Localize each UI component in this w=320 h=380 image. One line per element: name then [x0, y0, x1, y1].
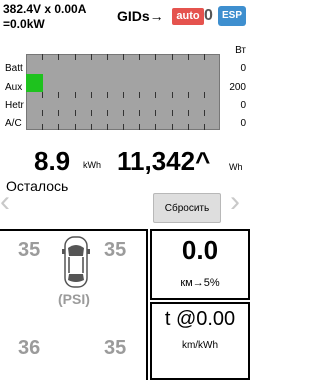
- grid-tick: [204, 92, 205, 98]
- tire-rear-left: 36: [18, 337, 41, 359]
- grid-tick: [91, 92, 92, 98]
- gids-label: GIDs→: [117, 8, 164, 24]
- grid-tick: [139, 110, 140, 116]
- distance-box[interactable]: 0.0 км→5%: [150, 229, 250, 300]
- grid-tick: [42, 124, 43, 130]
- wh-unit: Wh: [229, 162, 243, 172]
- grid-tick: [172, 92, 173, 98]
- chevron-left-icon[interactable]: ‹: [0, 187, 14, 217]
- grid-tick: [91, 124, 92, 130]
- aux-label: Aux: [5, 82, 23, 93]
- grid-tick: [58, 54, 59, 60]
- voltage-current-text: 382.4V x 0.00A: [3, 2, 87, 16]
- grid-tick: [172, 124, 173, 130]
- grid-tick: [188, 92, 189, 98]
- car-top-view-icon: [62, 236, 90, 288]
- efficiency-unit: km/kWh: [181, 340, 219, 351]
- grid-tick: [58, 92, 59, 98]
- batt-value: 0: [240, 63, 246, 74]
- distance-unit: км→5%: [180, 277, 220, 289]
- tire-front-left: 35: [18, 239, 41, 261]
- grid-tick: [42, 92, 43, 98]
- grid-tick: [75, 92, 76, 98]
- psi-unit: (PSI): [58, 291, 90, 307]
- tire-pressure-panel: 35 35 36 35 (PSI): [0, 229, 148, 380]
- grid-tick: [123, 92, 124, 98]
- grid-tick: [58, 124, 59, 130]
- grid-tick: [123, 54, 124, 60]
- grid-tick: [123, 110, 124, 116]
- grid-tick: [188, 110, 189, 116]
- grid-tick: [107, 124, 108, 130]
- tire-rear-right: 35: [104, 337, 127, 359]
- grid-tick: [75, 124, 76, 130]
- tire-front-right: 35: [104, 239, 127, 261]
- power-kw-text: =0.0kW: [3, 17, 45, 31]
- grid-tick: [75, 110, 76, 116]
- grid-tick: [155, 92, 156, 98]
- hetr-label: Hetr: [5, 100, 24, 111]
- grid-tick: [155, 54, 156, 60]
- grid-tick: [42, 54, 43, 60]
- grid-tick: [75, 54, 76, 60]
- grid-tick: [204, 54, 205, 60]
- grid-tick: [188, 124, 189, 130]
- grid-tick: [58, 110, 59, 116]
- batt-label: Batt: [5, 63, 23, 74]
- chevron-right-icon[interactable]: ›: [230, 187, 250, 217]
- kwh-value: 8.9: [34, 146, 71, 176]
- gids-badge: auto: [172, 8, 204, 25]
- kwh-unit: kWh: [83, 160, 101, 170]
- ac-label: A/C: [5, 118, 22, 129]
- grid-tick: [107, 54, 108, 60]
- gids-logo[interactable]: auto 0 ESP: [172, 4, 248, 28]
- remaining-label: Осталось: [6, 178, 69, 194]
- grid-tick: [139, 54, 140, 60]
- power-unit-label: Вт: [235, 45, 246, 56]
- grid-tick: [188, 54, 189, 60]
- grid-tick: [172, 54, 173, 60]
- distance-value: 0.0: [181, 235, 219, 265]
- grid-tick: [42, 110, 43, 116]
- grid-tick: [139, 124, 140, 130]
- efficiency-value: t @0.00: [164, 308, 236, 330]
- app-logo-icon: ESP: [218, 6, 246, 26]
- grid-tick: [107, 92, 108, 98]
- grid-tick: [123, 124, 124, 130]
- grid-tick: [172, 110, 173, 116]
- efficiency-box[interactable]: t @0.00 km/kWh: [150, 302, 250, 380]
- reset-button[interactable]: Сбросить: [153, 193, 221, 223]
- grid-tick: [204, 110, 205, 116]
- grid-tick: [139, 92, 140, 98]
- power-bars-panel: Вт Batt Aux Hetr A/C 0 200 0 0: [0, 40, 250, 134]
- power-readout: 382.4V x 0.00A =0.0kW: [3, 2, 86, 32]
- wh-value: 11,342^: [117, 146, 211, 176]
- aux-bar-fill: [26, 74, 43, 92]
- grid-tick: [155, 110, 156, 116]
- energy-readout: 8.9 kWh 11,342^ Wh: [0, 146, 250, 178]
- grid-tick: [91, 54, 92, 60]
- aux-value: 200: [229, 82, 246, 93]
- grid-tick: [91, 110, 92, 116]
- grid-tick: [155, 124, 156, 130]
- hetr-value: 0: [240, 100, 246, 111]
- ac-value: 0: [240, 118, 246, 129]
- grid-tick: [107, 110, 108, 116]
- gids-logo-number: 0: [204, 7, 213, 24]
- grid-tick: [204, 124, 205, 130]
